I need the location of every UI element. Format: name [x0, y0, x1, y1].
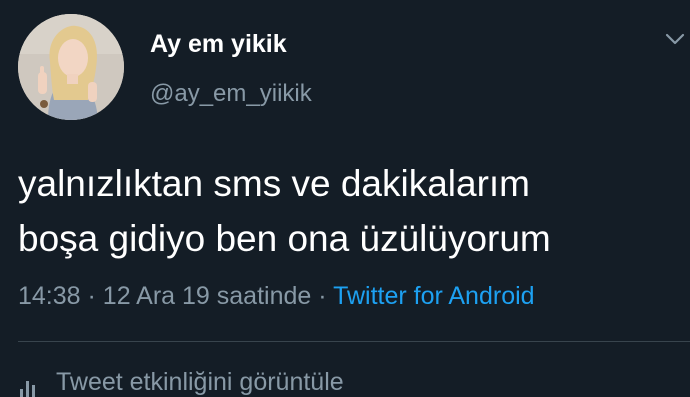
user-handle[interactable]: @ay_em_yiikik: [150, 80, 312, 108]
meta-separator: ·: [87, 282, 96, 310]
tweet-text-line: yalnızlıktan sms ve dakikalarım: [18, 163, 531, 204]
tweet-date[interactable]: 12 Ara 19 saatinde: [103, 282, 312, 310]
tweet-text: yalnızlıktan sms ve dakikalarım boşa gid…: [18, 156, 678, 266]
display-name[interactable]: Ay em yikik: [150, 30, 287, 59]
tweet-text-line: boşa gidiyo ben ona üzülüyorum: [18, 218, 551, 259]
tweet-metadata: 14:38 · 12 Ara 19 saatinde · Twitter for…: [18, 282, 535, 311]
meta-separator: ·: [318, 282, 327, 310]
avatar[interactable]: [18, 14, 124, 120]
bar-chart-icon: [18, 375, 38, 397]
tweet-source-link[interactable]: Twitter for Android: [333, 282, 534, 310]
avatar-image: [18, 14, 124, 120]
chevron-down-icon[interactable]: [664, 28, 686, 50]
divider: [18, 341, 690, 342]
tweet-time[interactable]: 14:38: [18, 282, 81, 310]
